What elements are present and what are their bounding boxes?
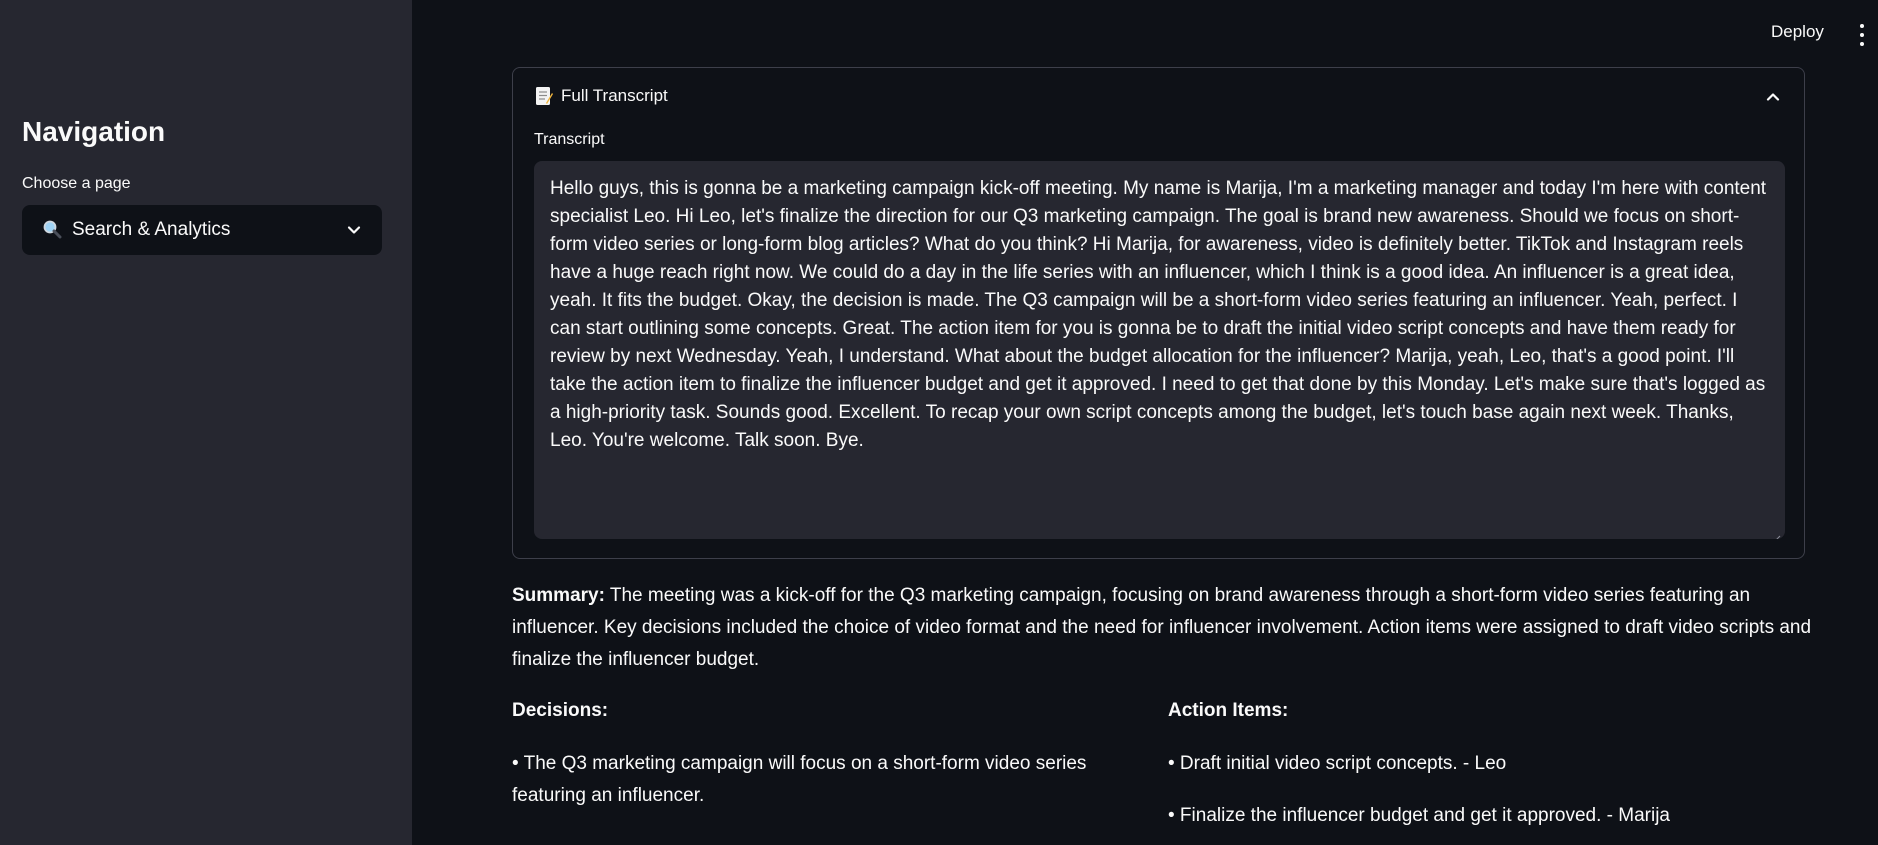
summary-paragraph: Summary: The meeting was a kick-off for … — [512, 580, 1812, 676]
app: Navigation Choose a page Search & Analyt… — [0, 0, 1878, 845]
action-items-heading: Action Items: — [1168, 700, 1289, 721]
page-select-value: Search & Analytics — [72, 219, 231, 240]
magnifier-icon — [42, 219, 64, 241]
page-select[interactable]: Search & Analytics — [22, 205, 382, 255]
decisions-heading: Decisions: — [512, 700, 609, 721]
chevron-down-icon — [346, 222, 362, 238]
chevron-up-icon[interactable] — [1764, 88, 1782, 106]
kebab-menu-icon[interactable] — [1856, 24, 1868, 46]
expander-header[interactable]: Full Transcript — [535, 86, 668, 106]
memo-icon — [535, 86, 555, 106]
transcript-expander: Full Transcript Transcript Hello guys, t… — [512, 67, 1805, 559]
action-item: • Finalize the influencer budget and get… — [1168, 805, 1670, 826]
deploy-button[interactable]: Deploy — [1771, 22, 1824, 42]
transcript-textarea[interactable]: Hello guys, this is gonna be a marketing… — [534, 161, 1785, 539]
page-select-label: Choose a page — [22, 175, 131, 192]
summary-label: Summary: — [512, 585, 605, 606]
resize-handle-icon[interactable] — [1771, 525, 1781, 539]
sidebar-title: Navigation — [22, 116, 166, 147]
action-item: • Draft initial video script concepts. -… — [1168, 753, 1507, 774]
decision-item: • The Q3 marketing campaign will focus o… — [512, 753, 1087, 806]
summary-text: The meeting was a kick-off for the Q3 ma… — [512, 585, 1812, 670]
transcript-label: Transcript — [534, 131, 605, 148]
sidebar: Navigation Choose a page Search & Analyt… — [0, 0, 412, 845]
transcript-text: Hello guys, this is gonna be a marketing… — [550, 178, 1767, 451]
expander-title: Full Transcript — [561, 86, 668, 105]
